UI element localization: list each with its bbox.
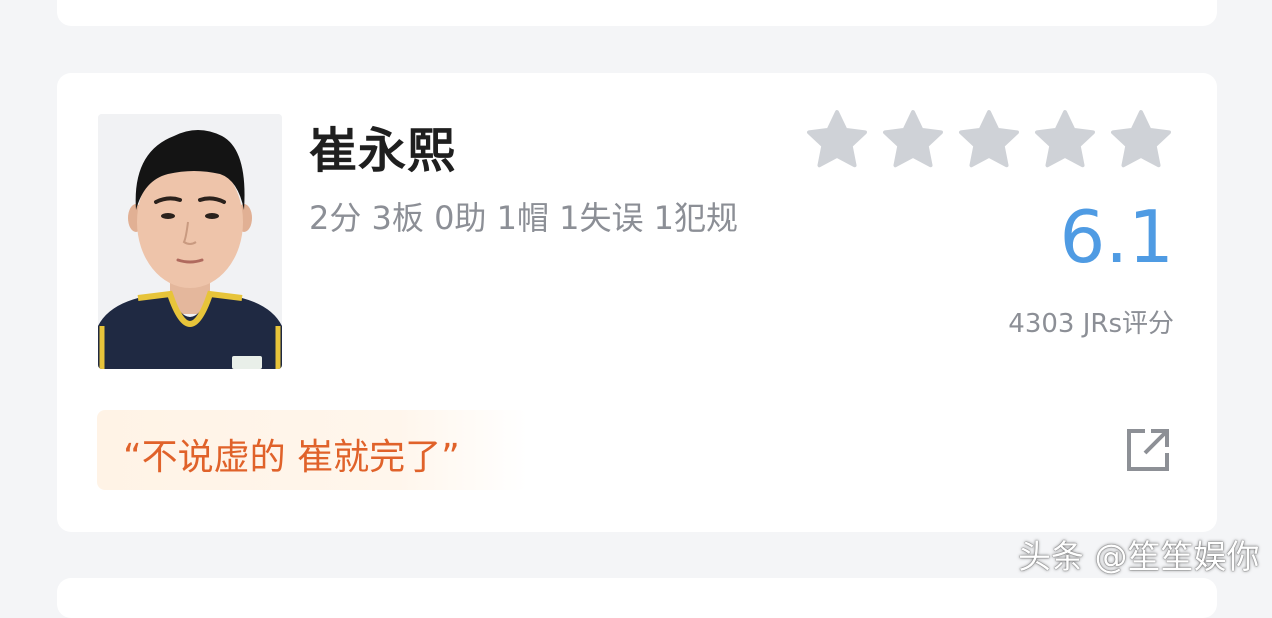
star-icon-1[interactable] — [804, 107, 870, 173]
external-link-icon[interactable] — [1123, 425, 1173, 475]
rating-count: 4303 JRs评分 — [1008, 309, 1174, 339]
star-rating-widget[interactable] — [804, 107, 1174, 177]
player-avatar — [98, 114, 282, 369]
watermark: 头条 @笙笙娱你 — [1018, 537, 1260, 576]
star-icon-3[interactable] — [956, 107, 1022, 173]
star-icon-2[interactable] — [880, 107, 946, 173]
top-comment[interactable]: “不说虚的 崔就完了” — [97, 410, 527, 490]
average-score: 6.1 — [1059, 195, 1174, 279]
player-name: 崔永熙 — [309, 123, 457, 179]
next-card — [57, 578, 1217, 618]
player-stat-line: 2分 3板 0助 1帽 1失误 1犯规 — [309, 199, 739, 237]
star-icon-4[interactable] — [1032, 107, 1098, 173]
player-rating-card[interactable]: 崔永熙 2分 3板 0助 1帽 1失误 1犯规 6.1 4303 JRs评分 “… — [57, 73, 1217, 532]
star-icon-5[interactable] — [1108, 107, 1174, 173]
top-comment-text: “不说虚的 崔就完了” — [123, 437, 460, 478]
previous-card — [57, 0, 1217, 26]
